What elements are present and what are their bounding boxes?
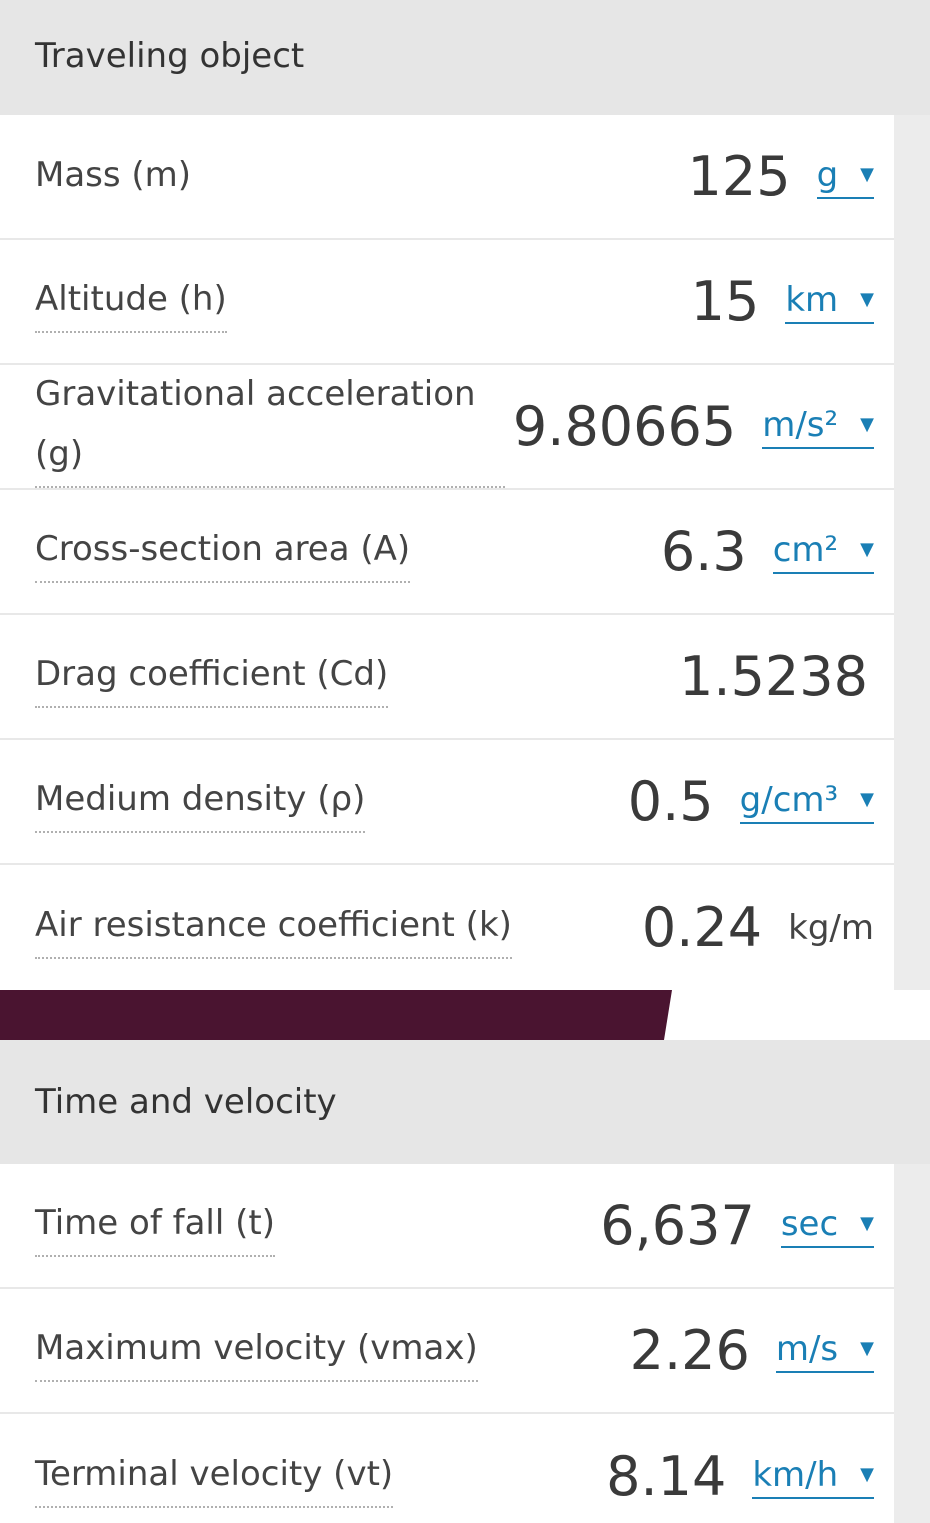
traveling-object-panel: Traveling object Mass (m) 125 g ▼ Altitu… [0,0,930,990]
time-of-fall-label[interactable]: Time of fall (t) [35,1194,275,1258]
maximum-velocity-unit-label: m/s [775,1328,839,1369]
air-resistance-coefficient-unit: kg/m [788,907,874,948]
maximum-velocity-value: 2.26 [629,1319,750,1382]
drag-coefficient-value-group: 1.5238 [679,645,874,708]
gravitational-acceleration-row: Gravitational acceleration (g) 9.80665 m… [0,365,894,490]
terminal-velocity-unit-label: km/h [752,1454,839,1495]
time-of-fall-unit-label: sec [780,1203,839,1244]
scrollbar-track[interactable] [894,115,930,990]
terminal-velocity-unit-select[interactable]: km/h ▼ [752,1455,874,1499]
air-resistance-coefficient-label[interactable]: Air resistance coefficient (k) [35,896,512,960]
maximum-velocity-label[interactable]: Maximum velocity (vmax) [35,1319,478,1383]
cross-section-area-unit-select[interactable]: cm² ▼ [772,529,874,574]
mass-unit-label: g [816,154,839,195]
cross-section-area-value-group: 6.3 cm² ▼ [661,520,874,583]
air-resistance-coefficient-value[interactable]: 0.24 [642,896,762,959]
gravitational-acceleration-unit-label: m/s² [762,404,839,445]
time-of-fall-row: Time of fall (t) 6,637 sec ▼ [0,1164,894,1289]
cross-section-area-value[interactable]: 6.3 [661,520,747,583]
air-resistance-coefficient-row: Air resistance coefficient (k) 0.24 kg/m [0,865,894,990]
drag-coefficient-row: Drag coefficient (Cd) 1.5238 [0,615,894,740]
drag-coefficient-label[interactable]: Drag coefficient (Cd) [35,645,389,709]
time-of-fall-value-group: 6,637 sec ▼ [600,1194,874,1257]
caret-down-icon: ▼ [860,1213,874,1234]
section-title-traveling-object: Traveling object [0,0,930,115]
altitude-row: Altitude (h) 15 km ▼ [0,240,894,365]
maximum-velocity-row: Maximum velocity (vmax) 2.26 m/s ▼ [0,1289,894,1414]
altitude-unit-label: km [785,279,839,320]
medium-density-label[interactable]: Medium density (ρ) [35,770,366,834]
terminal-velocity-label[interactable]: Terminal velocity (vt) [35,1445,394,1509]
altitude-label[interactable]: Altitude (h) [35,270,227,334]
medium-density-value[interactable]: 0.5 [628,770,714,833]
medium-density-row: Medium density (ρ) 0.5 g/cm³ ▼ [0,740,894,865]
cross-section-area-label[interactable]: Cross-section area (A) [35,520,411,584]
mass-label: Mass (m) [35,154,192,195]
caret-down-icon: ▼ [860,414,874,435]
banner-shape [0,990,672,1040]
medium-density-unit-select[interactable]: g/cm³ ▼ [739,779,874,824]
altitude-value[interactable]: 15 [691,270,760,333]
air-resistance-coefficient-value-group: 0.24 kg/m [642,896,874,959]
terminal-velocity-value-group: 8.14 km/h ▼ [606,1445,874,1508]
caret-down-icon: ▼ [860,1464,874,1485]
traveling-object-rows: Mass (m) 125 g ▼ Altitude (h) 15 km ▼ Gr… [0,115,894,990]
terminal-velocity-row: Terminal velocity (vt) 8.14 km/h ▼ [0,1414,894,1523]
mass-row: Mass (m) 125 g ▼ [0,115,894,240]
mass-value-group: 125 g ▼ [687,145,874,208]
altitude-unit-select[interactable]: km ▼ [785,280,874,324]
gravitational-acceleration-value[interactable]: 9.80665 [513,395,736,458]
time-of-fall-value: 6,637 [600,1194,755,1257]
medium-density-value-group: 0.5 g/cm³ ▼ [628,770,874,833]
time-velocity-rows: Time of fall (t) 6,637 sec ▼ Maximum vel… [0,1164,894,1523]
gravitational-acceleration-label[interactable]: Gravitational acceleration (g) [35,365,505,488]
gravitational-acceleration-value-group: 9.80665 m/s² ▼ [513,395,874,458]
cross-section-area-unit-label: cm² [772,529,839,570]
cross-section-area-row: Cross-section area (A) 6.3 cm² ▼ [0,490,894,615]
section-title-time-velocity: Time and velocity [0,1040,930,1164]
decorative-banner [0,990,930,1040]
altitude-value-group: 15 km ▼ [691,270,874,333]
mass-unit-select[interactable]: g ▼ [816,154,874,199]
mass-value[interactable]: 125 [687,145,790,208]
caret-down-icon: ▼ [860,289,874,310]
terminal-velocity-value: 8.14 [606,1445,727,1508]
drag-coefficient-value[interactable]: 1.5238 [679,645,868,708]
caret-down-icon: ▼ [860,789,874,810]
time-of-fall-unit-select[interactable]: sec ▼ [780,1203,874,1248]
caret-down-icon: ▼ [860,539,874,560]
caret-down-icon: ▼ [860,164,874,185]
maximum-velocity-value-group: 2.26 m/s ▼ [630,1319,874,1382]
gravitational-acceleration-unit-select[interactable]: m/s² ▼ [762,405,874,449]
maximum-velocity-unit-select[interactable]: m/s ▼ [775,1328,874,1373]
scrollbar-track[interactable] [894,1164,930,1523]
time-velocity-panel: Time and velocity Time of fall (t) 6,637… [0,1040,930,1523]
caret-down-icon: ▼ [860,1338,874,1359]
medium-density-unit-label: g/cm³ [739,779,839,820]
